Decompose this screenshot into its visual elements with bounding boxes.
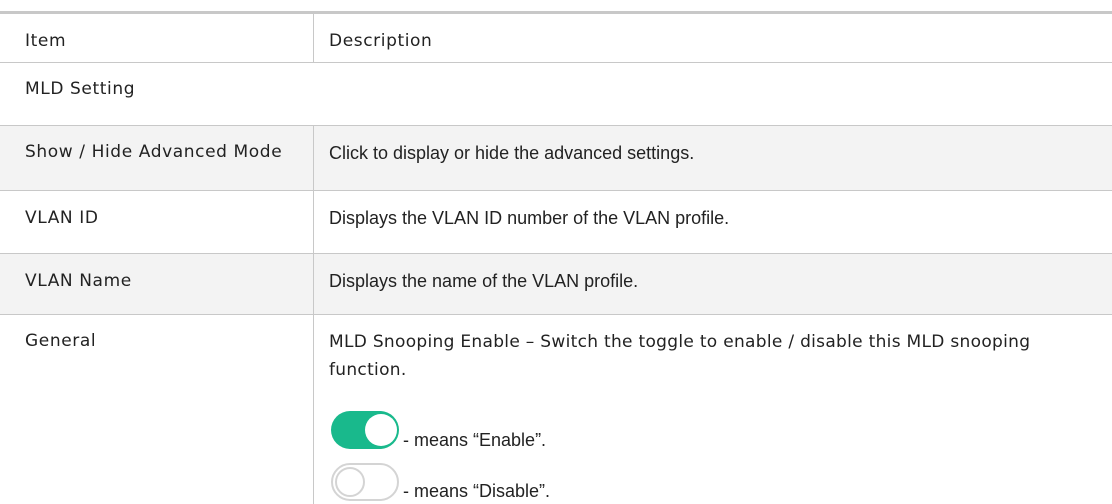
row-rule <box>0 314 1112 315</box>
row-rule <box>0 190 1112 191</box>
row-desc-general: MLD Snooping Enable – Switch the toggle … <box>329 332 1031 380</box>
table-top-rule <box>0 11 1112 14</box>
toggle-off-caption: - means “Disable”. <box>403 481 551 501</box>
row-desc-vlan-id: Displays the VLAN ID number of the VLAN … <box>329 208 730 228</box>
row-desc-show-hide: Click to display or hide the advanced se… <box>329 143 695 163</box>
header-item: Item <box>25 31 67 51</box>
toggle-off-icon <box>331 463 399 501</box>
row-desc-vlan-name: Displays the name of the VLAN profile. <box>329 271 639 291</box>
header-divider <box>313 14 314 62</box>
row-item-vlan-id: VLAN ID <box>25 208 99 228</box>
header-description: Description <box>329 31 433 51</box>
column-divider <box>313 126 314 504</box>
row-item-show-hide: Show / Hide Advanced Mode <box>25 142 283 162</box>
section-title: MLD Setting <box>25 79 136 99</box>
row-item-vlan-name: VLAN Name <box>25 271 132 291</box>
toggle-on-icon <box>331 411 399 449</box>
row-item-general: General <box>25 331 97 351</box>
header-rule <box>0 62 1112 63</box>
toggle-on-caption: - means “Enable”. <box>403 430 547 450</box>
